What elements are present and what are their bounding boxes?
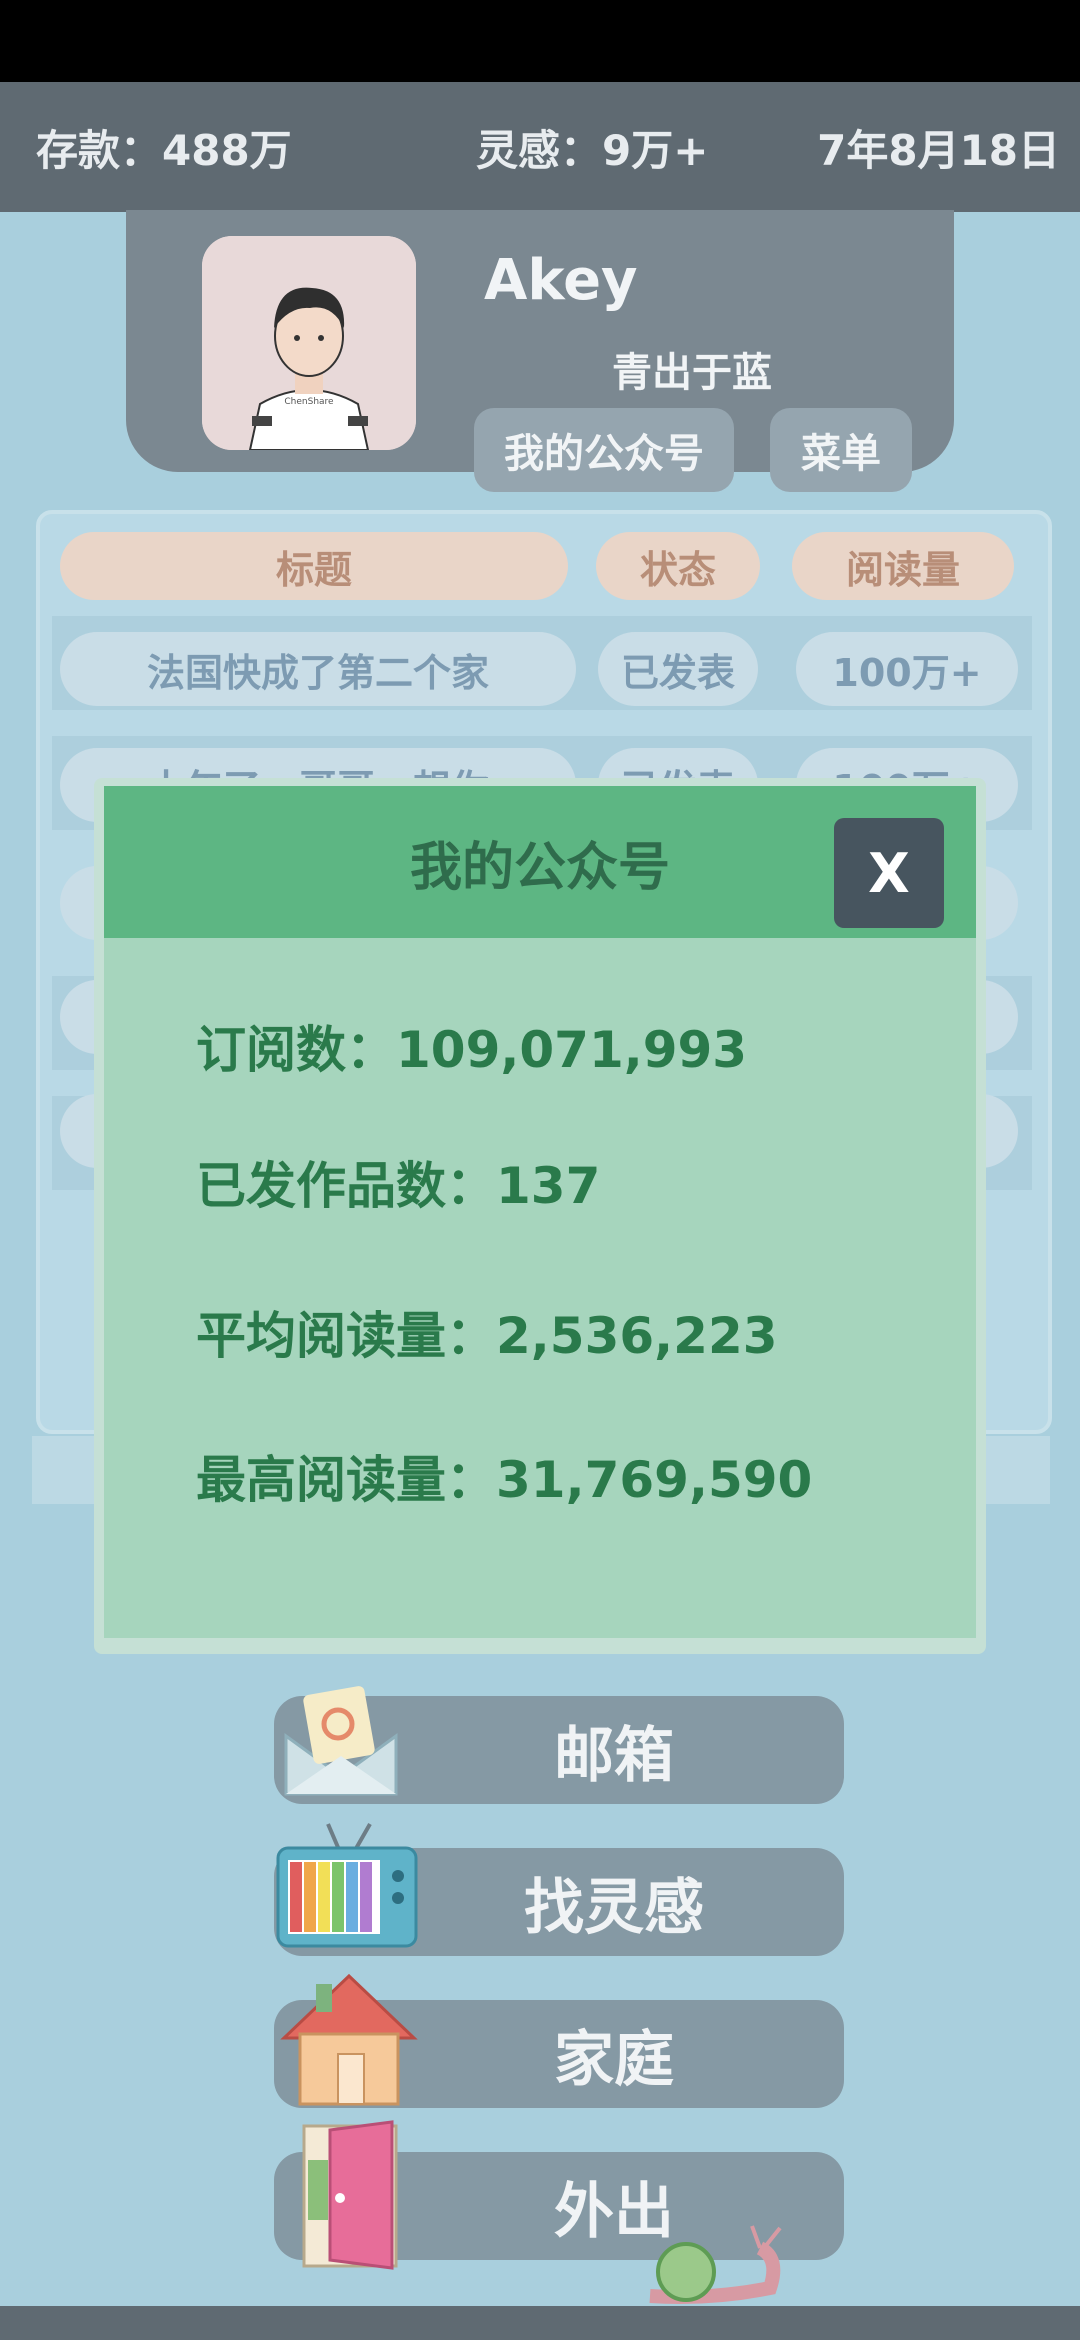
avatar[interactable]: ChenShare [202, 236, 416, 450]
door-icon [296, 2120, 406, 2270]
date-text: 7年8月18日 [817, 125, 1060, 175]
mailbox-label: 邮箱 [554, 1720, 674, 1791]
player-title: 青出于蓝 [612, 350, 772, 396]
stat-subscribers: 订阅数：109,071,993 [196, 1021, 748, 1079]
close-button[interactable]: X [834, 818, 944, 928]
header-status: 状态 [596, 532, 760, 600]
row-status: 已发表 [598, 632, 758, 706]
inspiration-text: 灵感：9万+ [476, 125, 709, 175]
player-name: Akey [484, 248, 638, 313]
savings-text: 存款：488万 [36, 125, 292, 175]
official-account-button[interactable]: 我的公众号 [474, 408, 734, 492]
row-title[interactable]: 法国快成了第二个家 [60, 632, 576, 706]
menu-button[interactable]: 菜单 [770, 408, 912, 492]
row-reads: 100万+ [796, 632, 1018, 706]
system-top-bar [0, 0, 1080, 82]
stat-works-count: 已发作品数：137 [196, 1157, 601, 1215]
stat-max-reads: 最高阅读量：31,769,590 [196, 1451, 813, 1509]
snail-icon [640, 2218, 790, 2308]
svg-text:ChenShare: ChenShare [284, 397, 334, 407]
avatar-illustration: ChenShare [202, 236, 416, 450]
family-label: 家庭 [554, 2024, 674, 2095]
house-icon [276, 1968, 422, 2110]
tv-icon [272, 1818, 422, 1956]
bottom-bar [0, 2306, 1080, 2340]
header-reads: 阅读量 [792, 532, 1014, 600]
stat-avg-reads: 平均阅读量：2,536,223 [196, 1307, 778, 1365]
header-title: 标题 [60, 532, 568, 600]
find-inspiration-label: 找灵感 [524, 1872, 704, 1943]
game-status-bar: 存款：488万 灵感：9万+ 7年8月18日 [0, 82, 1080, 212]
envelope-icon [278, 1676, 404, 1802]
